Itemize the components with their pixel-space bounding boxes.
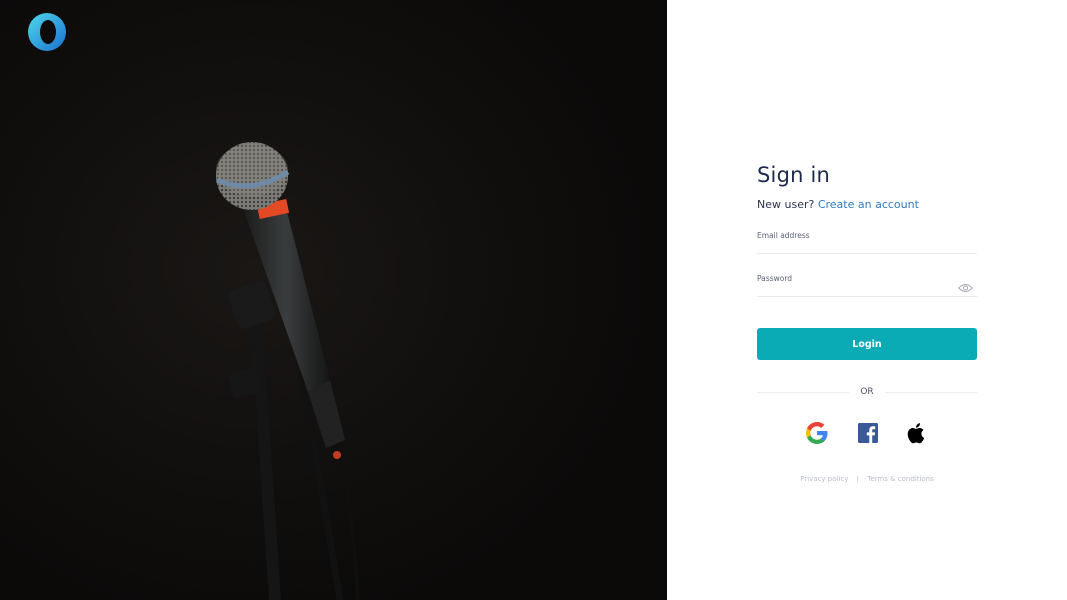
footer-links: Privacy policy | Terms & conditions — [757, 475, 977, 483]
privacy-policy-link[interactable]: Privacy policy — [800, 475, 848, 483]
terms-link[interactable]: Terms & conditions — [867, 475, 934, 483]
eye-icon[interactable] — [958, 283, 973, 293]
login-button[interactable]: Login — [757, 328, 977, 360]
hero-panel — [0, 0, 667, 600]
new-user-text: New user? — [757, 198, 815, 211]
page-title: Sign in — [757, 163, 831, 187]
apple-icon[interactable] — [905, 421, 929, 445]
signin-panel: Sign in New user? Create an account Emai… — [667, 0, 1067, 600]
email-field[interactable]: Email address — [757, 231, 977, 254]
new-user-prompt: New user? Create an account — [757, 197, 977, 213]
footer-separator: | — [856, 475, 859, 483]
password-field[interactable]: Password — [757, 274, 977, 297]
facebook-icon[interactable] — [856, 421, 880, 445]
password-input[interactable] — [757, 283, 957, 295]
social-login-buttons — [757, 421, 977, 447]
google-icon[interactable] — [805, 421, 829, 445]
o-ring-logo-icon[interactable] — [27, 12, 67, 52]
divider-line-right — [885, 392, 977, 393]
create-account-link[interactable]: Create an account — [818, 198, 919, 211]
email-input[interactable] — [757, 240, 957, 252]
signin-form: Sign in New user? Create an account Emai… — [757, 160, 977, 483]
or-divider: OR — [757, 386, 977, 398]
microphone-photo — [0, 0, 667, 600]
